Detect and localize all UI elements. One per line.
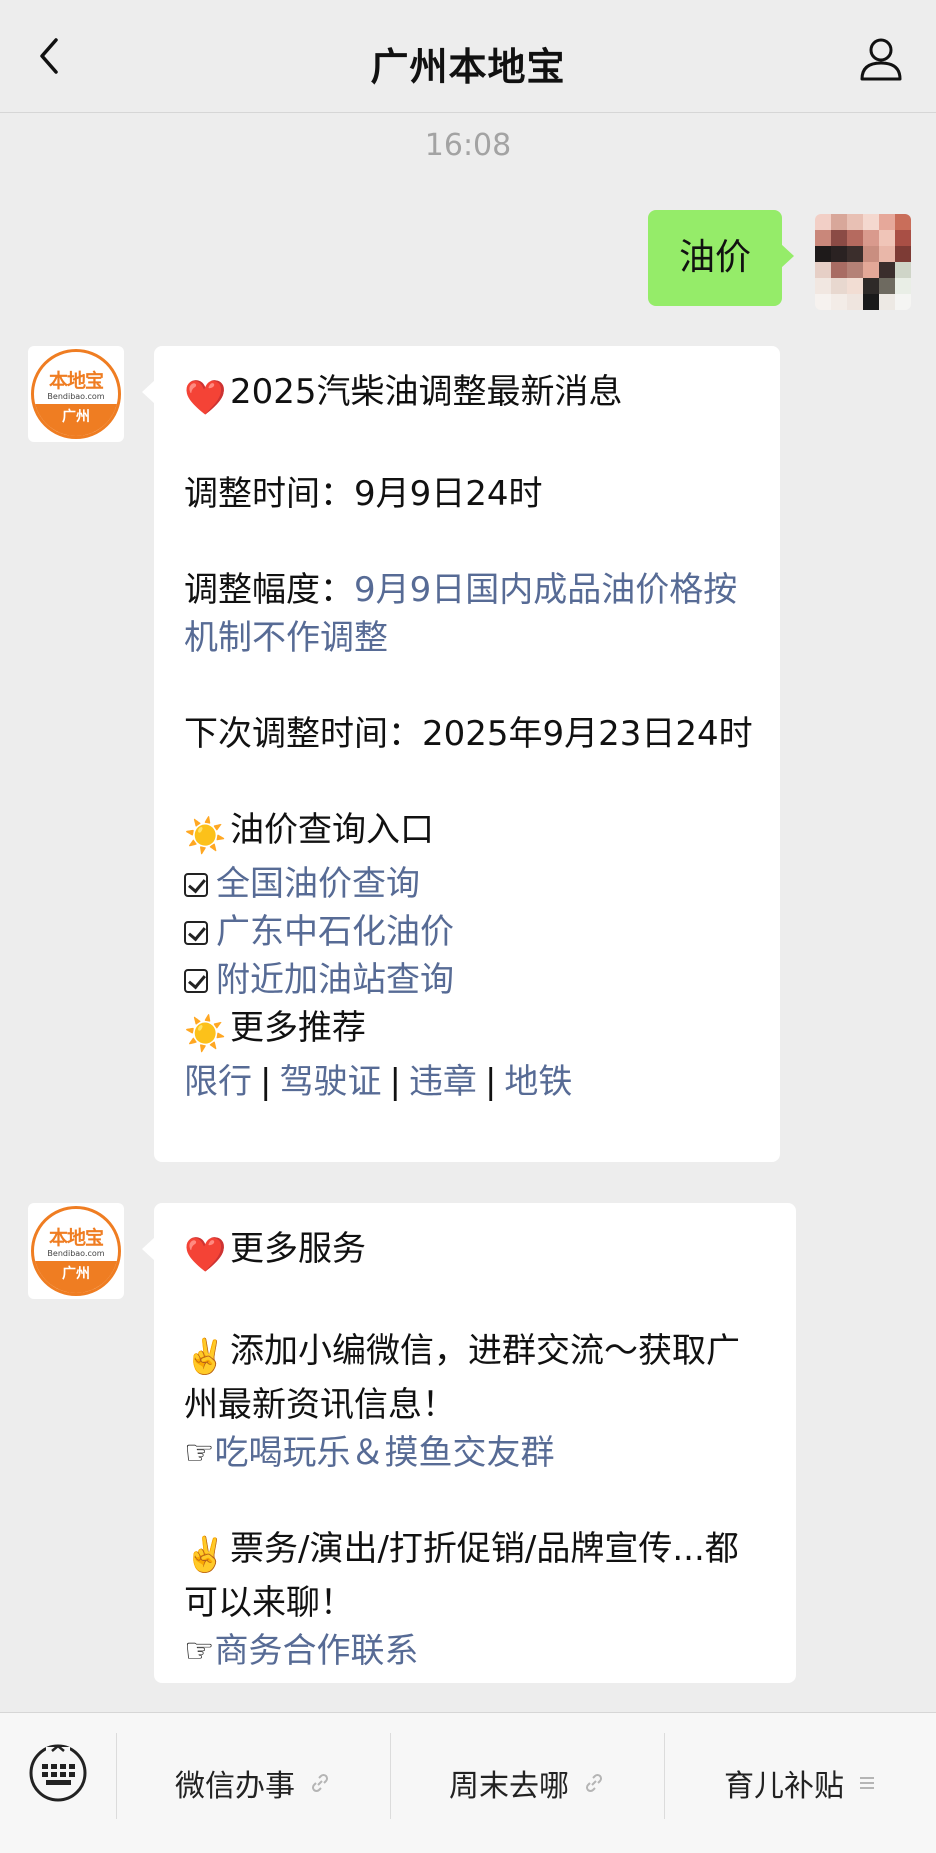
heart-icon: ❤️ (184, 1235, 227, 1275)
paragraph-business: ✌️ 票务/演出/打折促销/品牌宣传...都可以来聊！ (184, 1529, 739, 1623)
incoming-message-bubble[interactable]: ❤️ 2025汽柴油调整最新消息 调整时间：9月9日24时 调整幅度：9月9日国内… (142, 346, 780, 1162)
query-heading: ☀️ 油价查询入口 (184, 806, 754, 860)
bendibao-logo: 本地宝 Bendibao.com 广州 (31, 349, 121, 439)
keyboard-icon[interactable] (28, 1743, 88, 1803)
link-metro[interactable]: 地铁 (504, 1062, 572, 1102)
adjust-range: 调整幅度：9月9日国内成品油价格按机制不作调整 (184, 570, 738, 658)
group-link-row[interactable]: ☞吃喝玩乐＆摸鱼交友群 (184, 1429, 770, 1477)
chat-title: 广州本地宝 (370, 45, 566, 89)
menu-item-wechat-services[interactable]: 微信办事 (116, 1713, 390, 1853)
message-heading: ❤️ 更多服务 (184, 1225, 770, 1279)
link-restriction[interactable]: 限行 (184, 1062, 252, 1102)
account-avatar[interactable]: 本地宝 Bendibao.com 广州 (28, 346, 124, 442)
query-link-item[interactable]: 广东中石化油价 (184, 908, 754, 956)
profile-icon[interactable] (858, 36, 904, 82)
heart-icon: ❤️ (184, 378, 227, 418)
user-avatar[interactable] (815, 214, 911, 310)
more-heading: ☀️ 更多推荐 (184, 1004, 754, 1058)
menu-item-childcare-subsidy[interactable]: 育儿补贴 (664, 1713, 936, 1853)
sun-icon: ☀️ (184, 816, 227, 856)
outgoing-message-bubble[interactable]: 油价 (648, 210, 794, 306)
bendibao-logo: 本地宝 Bendibao.com 广州 (31, 1206, 121, 1296)
pointing-hand-icon: ☞ (184, 1433, 215, 1473)
message-heading: ❤️ 2025汽柴油调整最新消息 (184, 368, 754, 422)
victory-hand-icon: ✌️ (184, 1535, 227, 1575)
more-links: 限行 | 驾驶证 | 违章 | 地铁 (184, 1062, 573, 1102)
business-link-row[interactable]: ☞商务合作联系 (184, 1627, 770, 1675)
link-icon (585, 1773, 603, 1793)
victory-hand-icon: ✌️ (184, 1337, 227, 1377)
query-link-item[interactable]: 全国油价查询 (184, 860, 754, 908)
message-timestamp: 16:08 (424, 128, 512, 163)
menu-icon (860, 1777, 874, 1789)
navigation-bar: 广州本地宝 (0, 0, 936, 113)
account-avatar[interactable]: 本地宝 Bendibao.com 广州 (28, 1203, 124, 1299)
adjust-time: 调整时间：9月9日24时 (184, 474, 543, 514)
menu-item-weekend[interactable]: 周末去哪 (390, 1713, 664, 1853)
next-adjust-time: 下次调整时间：2025年9月23日24时 (184, 714, 753, 754)
paragraph-wechat: ✌️ 添加小编微信，进群交流～获取广州最新资讯信息！ (184, 1331, 740, 1425)
checkbox-icon (184, 873, 208, 897)
pointing-hand-icon: ☞ (184, 1631, 215, 1671)
business-link[interactable]: 商务合作联系 (214, 1631, 418, 1671)
link-violation[interactable]: 违章 (409, 1062, 477, 1102)
group-link[interactable]: 吃喝玩乐＆摸鱼交友群 (214, 1433, 554, 1473)
link-driving-license[interactable]: 驾驶证 (279, 1062, 381, 1102)
link-icon (311, 1773, 329, 1793)
sun-icon: ☀️ (184, 1014, 227, 1054)
query-link-item[interactable]: 附近加油站查询 (184, 956, 754, 1004)
checkbox-icon (184, 921, 208, 945)
incoming-message-bubble[interactable]: ❤️ 更多服务 ✌️ 添加小编微信，进群交流～获取广州最新资讯信息！ ☞吃喝玩乐＆摸… (142, 1203, 796, 1683)
bottom-menu-bar: 微信办事 周末去哪 育儿补贴 (0, 1712, 936, 1853)
checkbox-icon (184, 969, 208, 993)
